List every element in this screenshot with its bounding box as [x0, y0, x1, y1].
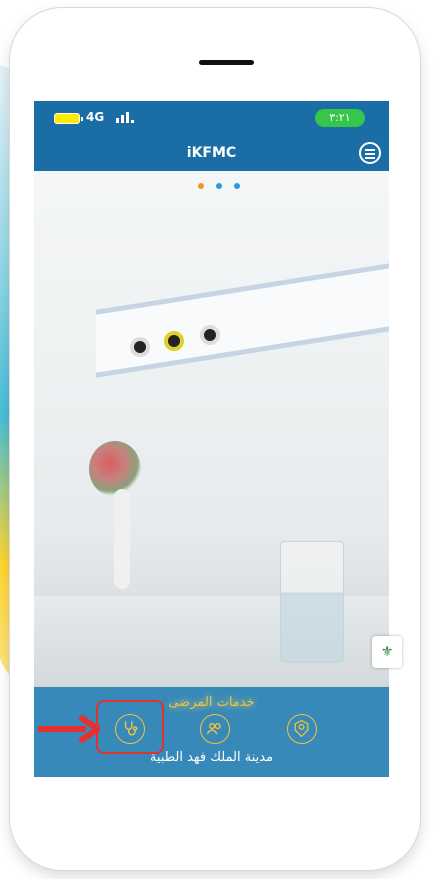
carousel-dot[interactable] [216, 183, 222, 189]
gas-port [130, 337, 150, 357]
hexagon-user-icon [294, 719, 309, 738]
status-bar: 4G ٣:٢١ [34, 101, 389, 135]
app-screen: 4G ٣:٢١ iKFMC خدمات المرضى مدينة الملك ف… [34, 101, 389, 777]
highlight-box [96, 700, 164, 754]
flower-vase [89, 441, 141, 497]
phone-speaker [199, 60, 254, 65]
tab-profile[interactable] [287, 714, 317, 744]
gas-port [164, 331, 184, 351]
carousel-dots[interactable] [198, 183, 240, 189]
gas-port [200, 325, 220, 345]
signal-icon [116, 111, 134, 123]
battery-icon [54, 113, 83, 124]
hero-image [34, 171, 389, 689]
menu-button[interactable] [359, 142, 381, 164]
saudi-emblem-icon: ⚜ [372, 636, 402, 668]
top-navbar: iKFMC [34, 135, 389, 171]
app-title: iKFMC [186, 145, 237, 161]
water-glass [280, 541, 344, 663]
vase [114, 489, 130, 589]
users-icon [206, 723, 221, 735]
pointer-arrow-icon [38, 714, 100, 744]
section-title: خدمات المرضى [168, 695, 255, 710]
status-time: ٣:٢١ [315, 109, 365, 127]
medical-gas-rail [96, 262, 389, 378]
hospital-name: مدينة الملك فهد الطبية [149, 750, 274, 765]
network-label: 4G [86, 110, 105, 124]
tab-users[interactable] [200, 714, 230, 744]
carousel-dot[interactable] [234, 183, 240, 189]
carousel-dot[interactable] [198, 183, 204, 189]
